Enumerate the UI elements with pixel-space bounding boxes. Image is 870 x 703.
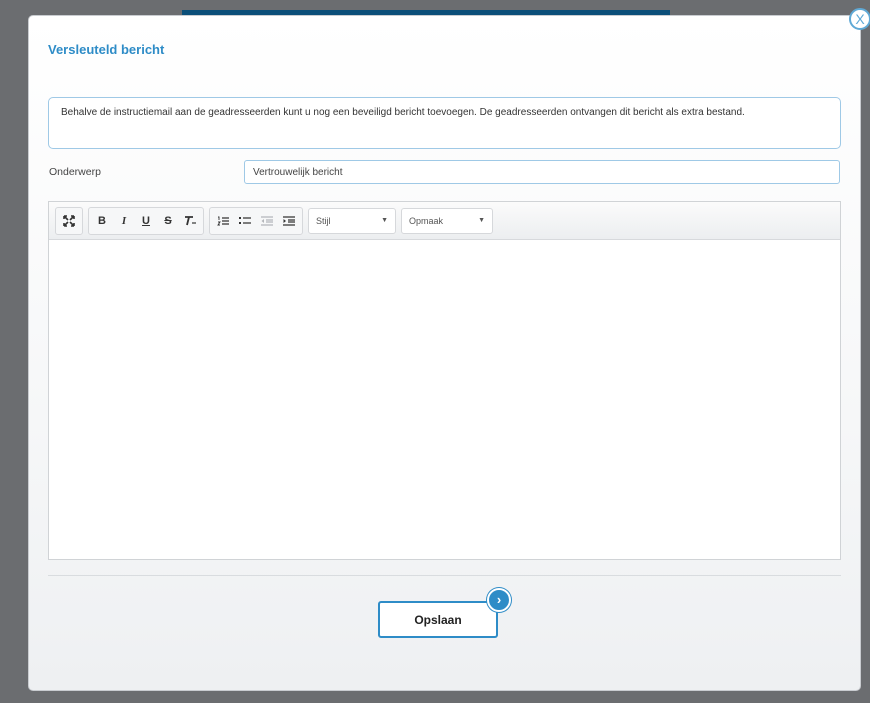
toolbar-group-lists	[209, 206, 303, 235]
italic-label: I	[121, 214, 127, 227]
bulleted-list-icon	[239, 216, 251, 224]
chevron-down-icon: ▼	[381, 217, 388, 224]
clear-format-button[interactable]	[179, 210, 201, 232]
underline-button[interactable]: U	[135, 210, 157, 232]
editor-content-area[interactable]	[49, 240, 840, 558]
arrow-right-icon[interactable]: ›	[487, 588, 511, 612]
numbered-list-icon	[217, 216, 229, 225]
encrypted-message-dialog: Versleuteld bericht Behalve de instructi…	[28, 15, 861, 691]
style-dropdown-label: Stijl	[316, 215, 331, 226]
expand-icon	[63, 214, 75, 227]
numbered-list-button[interactable]	[212, 210, 234, 232]
chevron-down-icon: ▼	[478, 217, 485, 224]
bulleted-list-button[interactable]	[234, 210, 256, 232]
style-dropdown[interactable]: Stijl ▼	[308, 207, 396, 234]
rich-text-editor: B I U S Stijl ▼ Opmaak ▼	[48, 201, 841, 560]
outdent-button[interactable]	[256, 210, 278, 232]
maximize-button[interactable]	[58, 210, 80, 232]
bold-label: B	[98, 214, 106, 227]
italic-button[interactable]: I	[113, 210, 135, 232]
save-button[interactable]: Opslaan	[378, 601, 498, 638]
close-button[interactable]: X	[849, 8, 870, 30]
info-text: Behalve de instructiemail aan de geadres…	[61, 107, 745, 118]
info-message-box: Behalve de instructiemail aan de geadres…	[48, 97, 841, 149]
subject-label: Onderwerp	[49, 166, 101, 178]
footer-divider	[48, 575, 841, 576]
bold-button[interactable]: B	[91, 210, 113, 232]
underline-label: U	[142, 214, 150, 227]
save-button-label: Opslaan	[414, 612, 462, 627]
dialog-title: Versleuteld bericht	[48, 42, 165, 57]
format-dropdown-label: Opmaak	[409, 215, 444, 226]
editor-toolbar: B I U S Stijl ▼ Opmaak ▼	[49, 202, 840, 240]
strikethrough-button[interactable]: S	[157, 210, 179, 232]
clear-format-icon	[185, 215, 196, 225]
subject-input[interactable]	[244, 160, 840, 184]
indent-icon	[283, 215, 295, 226]
strikethrough-label: S	[164, 214, 172, 227]
indent-button[interactable]	[278, 210, 300, 232]
toolbar-group-format: B I U S	[88, 206, 204, 235]
close-icon: X	[855, 11, 865, 27]
format-dropdown[interactable]: Opmaak ▼	[401, 207, 493, 234]
toolbar-group-view	[55, 206, 83, 235]
outdent-icon	[261, 215, 273, 226]
